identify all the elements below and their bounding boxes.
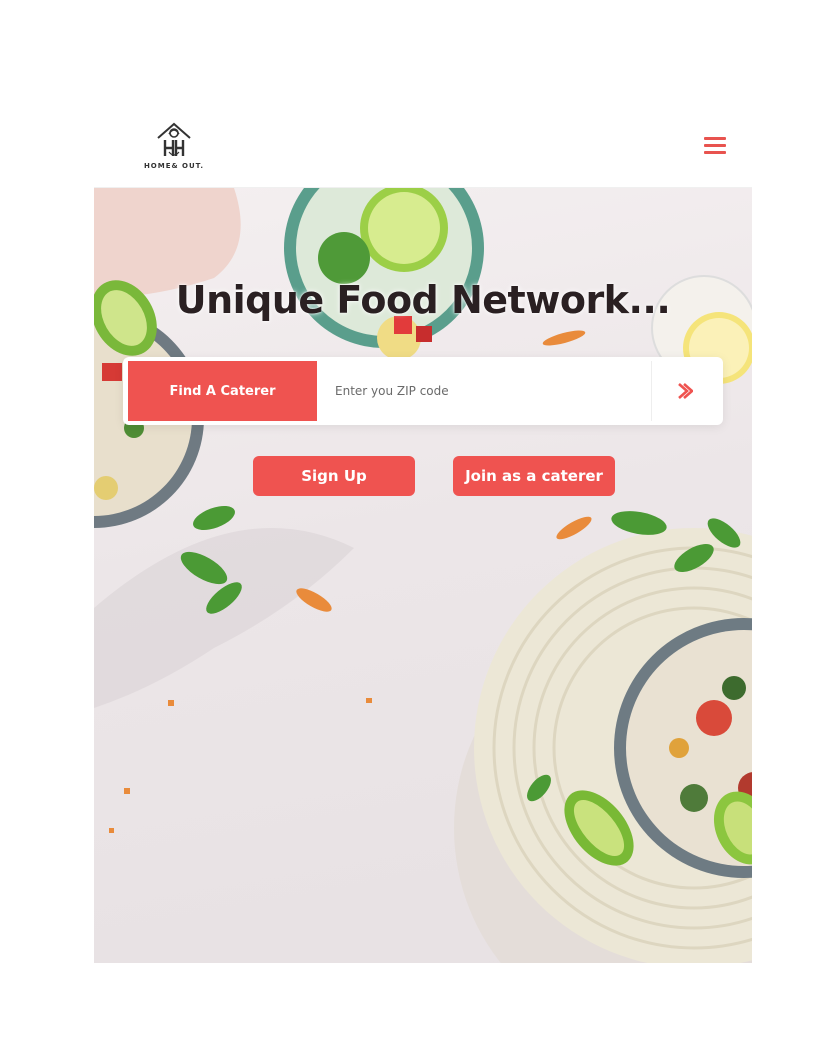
logo-text: HOME& OUT. [143, 162, 205, 170]
hero-title: Unique Food Network... [175, 278, 671, 322]
sign-up-button[interactable]: Sign Up [253, 456, 415, 496]
site-header: HOME& OUT. [94, 110, 752, 188]
chef-house-logo-icon [157, 122, 191, 156]
zip-code-input[interactable] [323, 361, 643, 421]
hamburger-menu-icon[interactable] [702, 135, 728, 157]
join-as-caterer-button[interactable]: Join as a caterer [453, 456, 615, 496]
hero-section: Unique Food Network... Find A Caterer Si… [94, 188, 752, 963]
chevron-right-icon [678, 383, 693, 399]
caterer-search-bar: Find A Caterer [123, 357, 723, 425]
find-caterer-button[interactable]: Find A Caterer [128, 361, 317, 421]
search-submit-button[interactable] [651, 361, 717, 421]
brand-logo[interactable]: HOME& OUT. [142, 120, 206, 176]
